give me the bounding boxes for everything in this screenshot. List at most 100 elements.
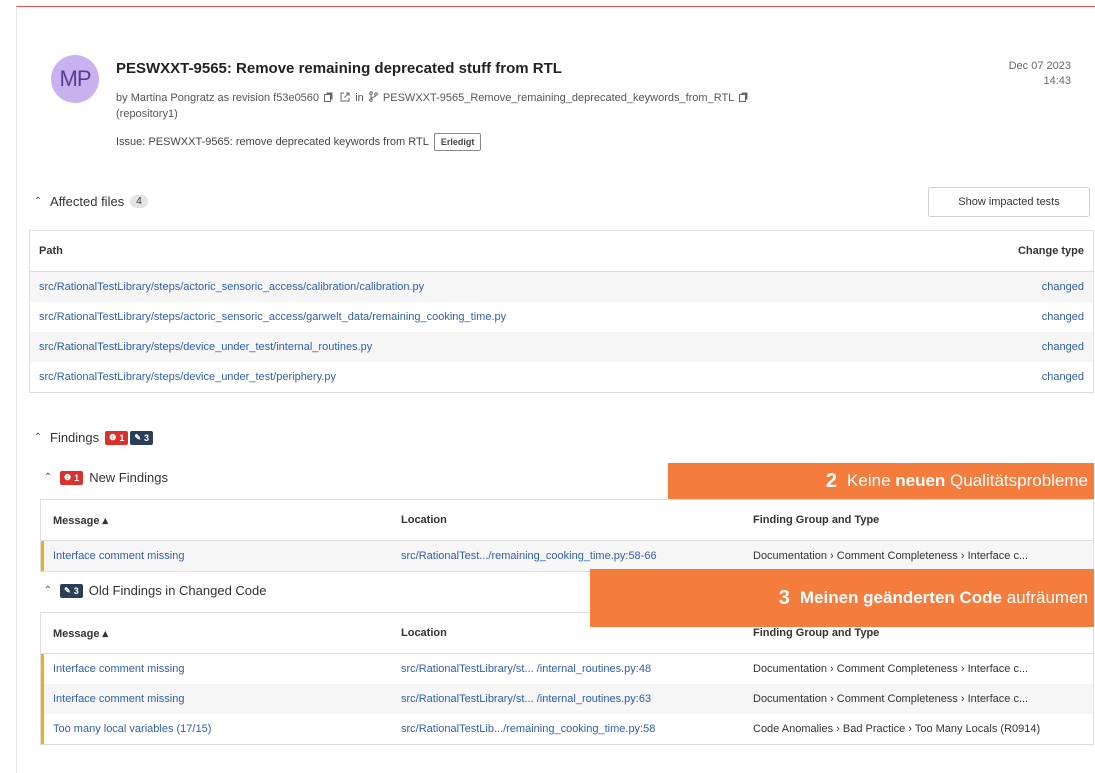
table-row: src/RationalTestLibrary/steps/device_und… bbox=[30, 332, 1093, 362]
chevron-up-icon[interactable]: ⌃ bbox=[42, 585, 54, 596]
annotation-3-number: 3 bbox=[778, 586, 790, 609]
new-count: 1 bbox=[119, 432, 125, 443]
finding-group: Documentation › Comment Completeness › I… bbox=[753, 550, 1029, 562]
issue-text[interactable]: Issue: PESWXXT-9565: remove deprecated k… bbox=[116, 136, 429, 148]
commit-date-day: Dec 07 2023 bbox=[1008, 60, 1071, 72]
affected-files-title: Affected files bbox=[50, 194, 125, 209]
findings-header[interactable]: ⌃ Findings ❶1 ✎ 3 bbox=[32, 430, 154, 445]
annotation-3-bold: Meinen geänderten Code bbox=[799, 588, 1002, 607]
table-row[interactable]: Too many local variables (17/15) src/Rat… bbox=[41, 714, 1093, 744]
finding-message[interactable]: Interface comment missing bbox=[53, 663, 401, 675]
file-path-link[interactable]: src/RationalTestLibrary/steps/device_und… bbox=[39, 371, 336, 383]
edit-icon: ✎ bbox=[64, 586, 71, 595]
annotation-2-bold: neuen bbox=[895, 471, 946, 490]
repository-name: (repository1) bbox=[116, 108, 178, 120]
col-location[interactable]: Location bbox=[401, 627, 753, 639]
avatar: MP bbox=[51, 55, 99, 103]
alert-icon: ❶ bbox=[64, 473, 72, 482]
show-impacted-tests-button[interactable]: Show impacted tests bbox=[928, 187, 1090, 217]
chevron-up-icon[interactable]: ⌃ bbox=[32, 196, 44, 207]
commit-meta: by Martina Pongratz as revision f53e0560… bbox=[116, 91, 750, 105]
affected-files-count: 4 bbox=[130, 195, 148, 208]
new-findings-table: Message ▴ Location Finding Group and Typ… bbox=[40, 499, 1094, 572]
table-header: Message ▴ Location Finding Group and Typ… bbox=[41, 500, 1093, 541]
old-findings-badge: ✎ 3 bbox=[60, 583, 83, 598]
finding-message[interactable]: Interface comment missing bbox=[53, 693, 401, 705]
finding-location[interactable]: src/RationalTest.../remaining_cooking_ti… bbox=[401, 550, 753, 562]
change-type[interactable]: changed bbox=[1042, 371, 1084, 383]
change-type[interactable]: changed bbox=[1042, 311, 1084, 323]
external-link-icon[interactable] bbox=[340, 92, 350, 105]
annotation-2-pre: Keine bbox=[847, 471, 896, 490]
old-findings-header[interactable]: ⌃ ✎ 3 Old Findings in Changed Code bbox=[42, 583, 267, 598]
finding-group: Code Anomalies › Bad Practice › Too Many… bbox=[753, 723, 1041, 735]
alert-icon: ❶ bbox=[109, 433, 117, 442]
finding-message[interactable]: Too many local variables (17/15) bbox=[53, 723, 401, 735]
finding-location[interactable]: src/RationalTestLibrary/st... /internal_… bbox=[401, 693, 753, 705]
edit-icon: ✎ bbox=[134, 433, 142, 442]
new-findings-badge: ❶1 bbox=[60, 470, 84, 485]
annotation-2-number: 2 bbox=[825, 469, 838, 492]
col-finding-group[interactable]: Finding Group and Type bbox=[753, 627, 1093, 639]
annotation-3-post: aufräumen bbox=[1002, 588, 1088, 607]
col-message[interactable]: Message ▴ bbox=[53, 627, 401, 640]
branch-icon bbox=[369, 91, 378, 105]
affected-files-header[interactable]: ⌃ Affected files 4 bbox=[32, 194, 148, 209]
finding-location[interactable]: src/RationalTestLibrary/st... /internal_… bbox=[401, 663, 753, 675]
table-row[interactable]: Interface comment missing src/RationalTe… bbox=[41, 684, 1093, 714]
old-count: 3 bbox=[144, 432, 150, 443]
finding-group: Documentation › Comment Completeness › I… bbox=[753, 693, 1029, 705]
issue-status-badge: Erledigt bbox=[433, 133, 482, 151]
old-findings-title: Old Findings in Changed Code bbox=[88, 583, 267, 598]
change-type[interactable]: changed bbox=[1042, 281, 1084, 293]
file-rows: src/RationalTestLibrary/steps/actoric_se… bbox=[30, 272, 1093, 392]
new-findings-title: New Findings bbox=[89, 470, 168, 485]
file-path-link[interactable]: src/RationalTestLibrary/steps/actoric_se… bbox=[39, 281, 424, 293]
copy-icon[interactable] bbox=[324, 92, 333, 105]
annotation-2: 2 Keine neuen Qualitätsprobleme bbox=[668, 463, 1094, 499]
col-path[interactable]: Path bbox=[39, 245, 63, 257]
new-section-count: 1 bbox=[74, 472, 80, 483]
finding-location[interactable]: src/RationalTestLib.../remaining_cooking… bbox=[401, 723, 753, 735]
annotation-3-text: Meinen geänderten Code aufräumen bbox=[800, 588, 1088, 608]
commit-title: PESWXXT-9565: Remove remaining deprecate… bbox=[116, 60, 562, 77]
chevron-up-icon[interactable]: ⌃ bbox=[42, 472, 54, 483]
col-change-type[interactable]: Change type bbox=[1018, 245, 1084, 257]
col-message[interactable]: Message ▴ bbox=[53, 514, 401, 527]
commit-date: Dec 07 2023 14:43 bbox=[1009, 59, 1071, 89]
old-section-count: 3 bbox=[73, 585, 79, 596]
col-finding-group[interactable]: Finding Group and Type bbox=[753, 514, 1093, 526]
old-findings-table: Message ▴ Location Finding Group and Typ… bbox=[40, 612, 1094, 745]
new-findings-header[interactable]: ⌃ ❶1 New Findings bbox=[42, 470, 168, 485]
table-row: src/RationalTestLibrary/steps/device_und… bbox=[30, 362, 1093, 392]
in-label: in bbox=[355, 92, 364, 104]
file-path-link[interactable]: src/RationalTestLibrary/steps/actoric_se… bbox=[39, 311, 506, 323]
findings-badges: ❶1 ✎ 3 bbox=[105, 430, 154, 445]
annotation-3: 3 Meinen geänderten Code aufräumen bbox=[590, 569, 1094, 627]
issue-line: Issue: PESWXXT-9565: remove deprecated k… bbox=[116, 133, 482, 151]
new-findings-badge: ❶1 bbox=[105, 430, 129, 445]
old-finding-rows: Interface comment missing src/RationalTe… bbox=[41, 654, 1093, 744]
commit-date-time: 14:43 bbox=[1043, 75, 1071, 87]
change-type[interactable]: changed bbox=[1042, 341, 1084, 353]
author-name[interactable]: Martina Pongratz bbox=[131, 92, 215, 104]
old-findings-badge: ✎ 3 bbox=[130, 430, 154, 445]
finding-group: Documentation › Comment Completeness › I… bbox=[753, 663, 1029, 675]
revision-id[interactable]: f53e0560 bbox=[273, 92, 319, 104]
annotation-2-post: Qualitätsprobleme bbox=[945, 471, 1088, 490]
chevron-up-icon[interactable]: ⌃ bbox=[32, 432, 44, 443]
finding-message[interactable]: Interface comment missing bbox=[53, 550, 401, 562]
by-label: by bbox=[116, 92, 128, 104]
as-revision-label: as revision bbox=[217, 92, 271, 104]
table-header: Path Change type bbox=[30, 231, 1093, 272]
copy-branch-icon[interactable] bbox=[738, 92, 748, 105]
file-path-link[interactable]: src/RationalTestLibrary/steps/device_und… bbox=[39, 341, 372, 353]
table-row: src/RationalTestLibrary/steps/actoric_se… bbox=[30, 272, 1093, 302]
table-row[interactable]: Interface comment missing src/RationalTe… bbox=[41, 654, 1093, 684]
col-location[interactable]: Location bbox=[401, 514, 753, 526]
table-row[interactable]: Interface comment missing src/RationalTe… bbox=[41, 541, 1093, 571]
table-row: src/RationalTestLibrary/steps/actoric_se… bbox=[30, 302, 1093, 332]
affected-files-table: Path Change type src/RationalTestLibrary… bbox=[29, 230, 1094, 393]
findings-title: Findings bbox=[50, 430, 100, 445]
branch-name[interactable]: PESWXXT-9565_Remove_remaining_deprecated… bbox=[383, 92, 734, 104]
